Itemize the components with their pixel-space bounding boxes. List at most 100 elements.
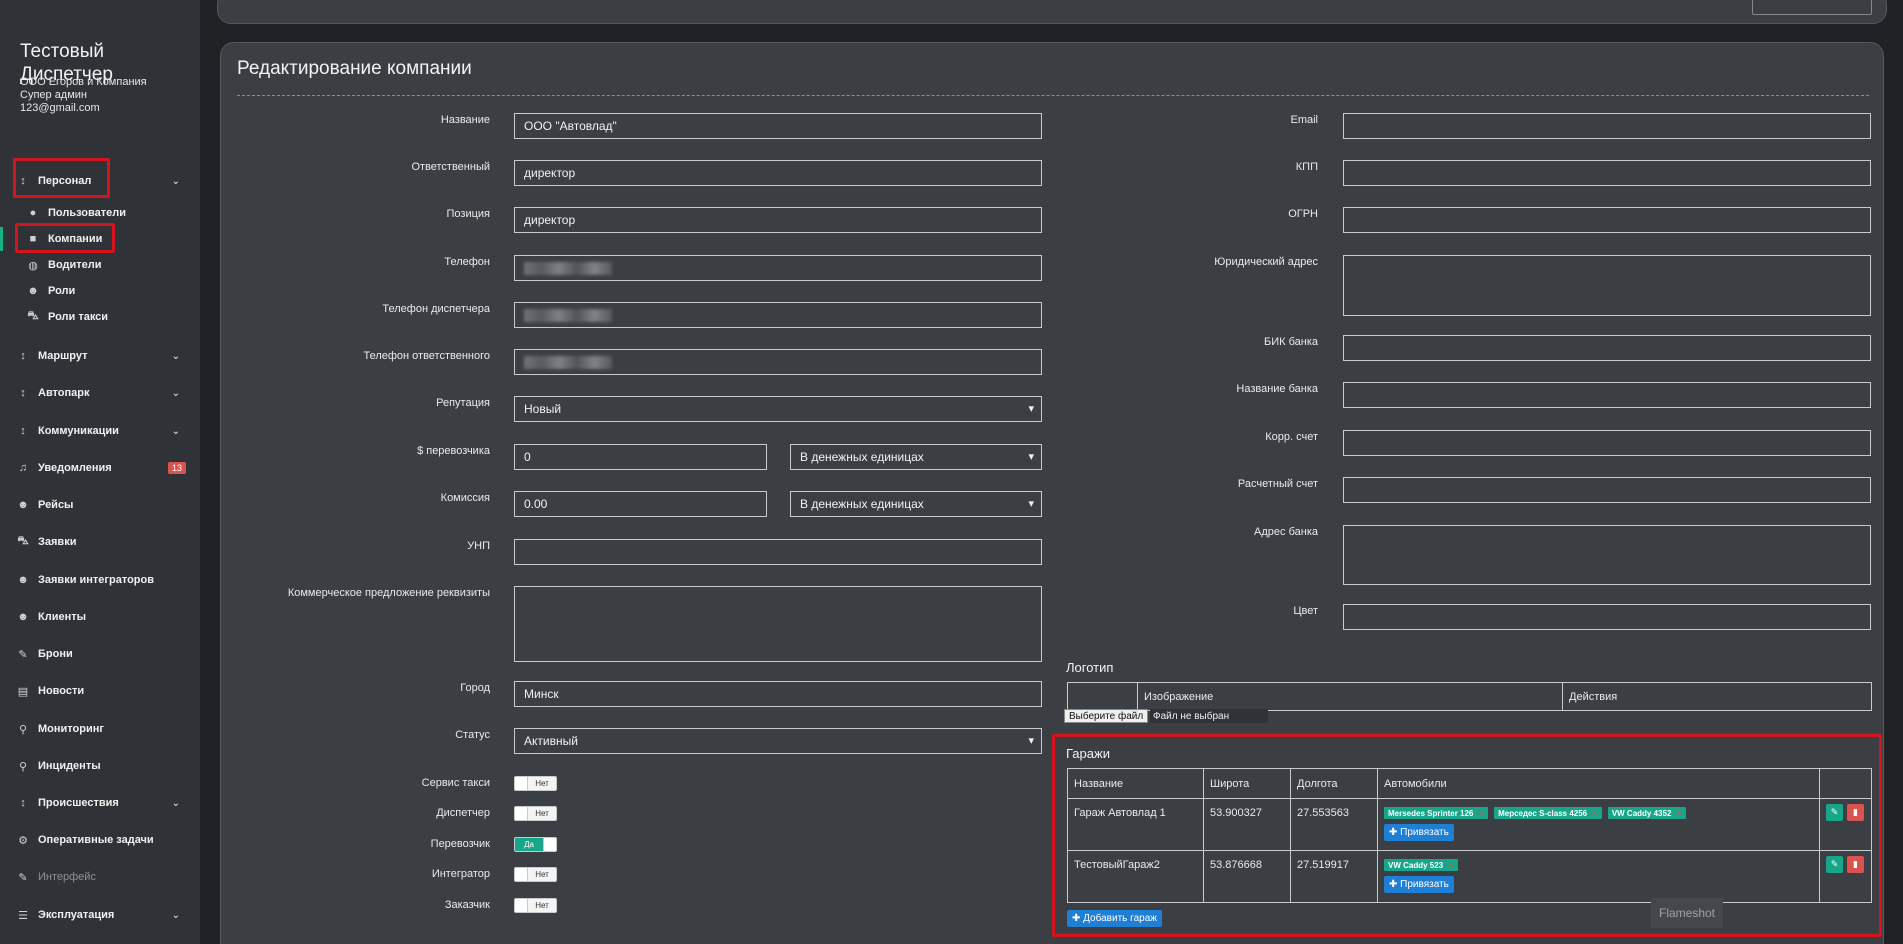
- table-row: ТестовыйГараж2 53.876668 27.519917 VW Ca…: [1067, 850, 1872, 903]
- kpp-label: КПП: [1295, 161, 1318, 173]
- add-garage-button[interactable]: ✚ Добавить гараж: [1067, 910, 1162, 927]
- taxi-service-toggle[interactable]: Нет: [514, 776, 557, 791]
- ogrn-label: ОГРН: [1288, 208, 1318, 220]
- responsible-input[interactable]: директор: [514, 160, 1042, 186]
- sidebar-item-requests[interactable]: ⛍ Заявки: [14, 529, 192, 555]
- sidebar-item-bookings[interactable]: ✎ Брони: [14, 641, 192, 667]
- car-chip[interactable]: Mersedes Sprinter 126 ✕: [1384, 807, 1489, 819]
- car-chip-label: Mersedes Sprinter 126: [1388, 808, 1474, 818]
- sidebar-item-interface[interactable]: ✎ Интерфейс: [14, 864, 192, 890]
- carrier-unit-select[interactable]: В денежных единицах ▾: [790, 444, 1042, 470]
- delete-garage-button[interactable]: ▮: [1847, 804, 1864, 821]
- car-chip[interactable]: VW Caddy 4352 ✕: [1607, 807, 1687, 819]
- sidebar-item-integrator-requests[interactable]: ☻ Заявки интеграторов: [14, 567, 192, 593]
- attach-car-button[interactable]: ✚ Привязать: [1384, 876, 1454, 893]
- garages-col-name: Название: [1067, 768, 1204, 799]
- corr-account-input[interactable]: [1343, 430, 1871, 456]
- commission-unit-select[interactable]: В денежных единицах ▾: [790, 491, 1042, 517]
- email-input[interactable]: [1343, 113, 1871, 139]
- sidebar-item-taxi-roles[interactable]: ⛍ Роли такси: [24, 304, 192, 330]
- sidebar-item-label: Клиенты: [38, 611, 87, 623]
- chevron-down-icon: ⌄: [171, 350, 180, 362]
- sidebar-item-label: Уведомления: [38, 462, 112, 474]
- close-icon[interactable]: ✕: [1591, 809, 1598, 818]
- sidebar-item-tasks[interactable]: ⚙ Оперативные задачи: [14, 827, 192, 853]
- commission-input[interactable]: 0.00: [514, 491, 767, 517]
- bank-name-input[interactable]: [1343, 382, 1871, 408]
- top-panel-button[interactable]: [1752, 0, 1872, 15]
- chevron-down-icon: ⌄: [171, 797, 180, 809]
- sidebar-item-label: Эксплуатация: [38, 909, 115, 921]
- garages-col-cars: Автомобили: [1377, 768, 1820, 799]
- pencil-icon: ✎: [1830, 859, 1839, 869]
- toggle-knob: [515, 807, 528, 820]
- edit-garage-button[interactable]: ✎: [1826, 856, 1843, 873]
- status-select[interactable]: Активный ▾: [514, 728, 1042, 754]
- close-icon[interactable]: ✕: [1477, 809, 1484, 818]
- car-chip[interactable]: VW Caddy 523 ✕: [1384, 859, 1458, 871]
- bik-input[interactable]: [1343, 335, 1871, 361]
- delete-garage-button[interactable]: ▮: [1847, 856, 1864, 873]
- city-input[interactable]: Минск: [514, 681, 1042, 707]
- offer-textarea[interactable]: [514, 586, 1042, 662]
- chevron-down-icon: ▾: [1028, 498, 1034, 510]
- carrier-amount-input[interactable]: 0: [514, 444, 767, 470]
- map-marker-icon: ⚲: [18, 760, 28, 773]
- color-input[interactable]: [1343, 604, 1871, 630]
- ogrn-input[interactable]: [1343, 207, 1871, 233]
- position-input[interactable]: директор: [514, 207, 1042, 233]
- choose-file-button[interactable]: Выберите файл: [1064, 709, 1149, 723]
- sidebar-item-incidents[interactable]: ⚲ Инциденты: [14, 753, 192, 779]
- chevron-down-icon: ▾: [1028, 451, 1034, 463]
- settlement-account-input[interactable]: [1343, 477, 1871, 503]
- logo-section-title: Логотип: [1066, 660, 1114, 675]
- carrier-toggle-label: Перевозчик: [430, 838, 490, 850]
- email-label: Email: [1290, 114, 1318, 126]
- sidebar-item-personnel[interactable]: ↕ Персонал ⌄: [14, 168, 192, 194]
- garage-name: Гараж Автовлад 1: [1067, 798, 1204, 851]
- sidebar-item-label: Заявки интеграторов: [38, 574, 155, 586]
- unp-input[interactable]: [514, 539, 1042, 565]
- dispatcher-toggle[interactable]: Нет: [514, 806, 557, 821]
- logo-col-actions: Действия: [1562, 682, 1872, 711]
- user-role: Супер админ: [20, 89, 88, 101]
- responsible-label: Ответственный: [411, 161, 490, 173]
- sidebar-item-monitoring[interactable]: ⚲ Мониторинг: [14, 716, 192, 742]
- name-input[interactable]: ООО "Автовлад": [514, 113, 1042, 139]
- sidebar-item-label: Роли такси: [48, 311, 109, 323]
- sidebar-item-notifications[interactable]: ♫ Уведомления 13: [14, 455, 192, 481]
- sidebar-item-label: Новости: [38, 685, 85, 697]
- sidebar-item-operation[interactable]: ☰ Эксплуатация ⌄: [14, 902, 192, 928]
- sidebar-item-fleet[interactable]: ↕ Автопарк ⌄: [14, 380, 192, 406]
- bank-address-textarea[interactable]: [1343, 525, 1871, 585]
- sidebar-item-route[interactable]: ↕ Маршрут ⌄: [14, 343, 192, 369]
- attach-car-button[interactable]: ✚ Привязать: [1384, 824, 1454, 841]
- sidebar-item-communications[interactable]: ↕ Коммуникации ⌄: [14, 418, 192, 444]
- responsible-phone-input[interactable]: [514, 349, 1042, 375]
- garages-col-lat: Широта: [1203, 768, 1291, 799]
- sidebar-item-trips[interactable]: ☻ Рейсы: [14, 492, 192, 518]
- kpp-input[interactable]: [1343, 160, 1871, 186]
- sidebar-item-companies[interactable]: ■ Компании: [24, 226, 192, 252]
- sidebar-item-news[interactable]: ▤ Новости: [14, 678, 192, 704]
- sidebar-item-roles[interactable]: ☻ Роли: [24, 278, 192, 304]
- edit-garage-button[interactable]: ✎: [1826, 804, 1843, 821]
- integrator-toggle[interactable]: Нет: [514, 867, 557, 882]
- reputation-select[interactable]: Новый ▾: [514, 396, 1042, 422]
- sidebar-item-accidents[interactable]: ↕ Происшествия ⌄: [14, 790, 192, 816]
- carrier-toggle[interactable]: Да: [514, 837, 557, 852]
- map-marker-icon: ⚲: [18, 723, 28, 736]
- phone-input[interactable]: [514, 255, 1042, 281]
- customer-toggle[interactable]: Нет: [514, 898, 557, 913]
- close-icon[interactable]: ✕: [1447, 861, 1454, 870]
- dispatcher-phone-input[interactable]: [514, 302, 1042, 328]
- car-chip[interactable]: Мерседес S-class 4256 ✕: [1494, 807, 1602, 819]
- briefcase-icon: ■: [29, 233, 37, 245]
- status-label: Статус: [455, 729, 490, 741]
- users-icon: ☻: [27, 285, 39, 297]
- sidebar-item-users[interactable]: ● Пользователи: [24, 200, 192, 226]
- legal-address-textarea[interactable]: [1343, 255, 1871, 316]
- sidebar-item-clients[interactable]: ☻ Клиенты: [14, 604, 192, 630]
- close-icon[interactable]: ✕: [1675, 809, 1682, 818]
- sidebar-item-drivers[interactable]: ◍ Водители: [24, 252, 192, 278]
